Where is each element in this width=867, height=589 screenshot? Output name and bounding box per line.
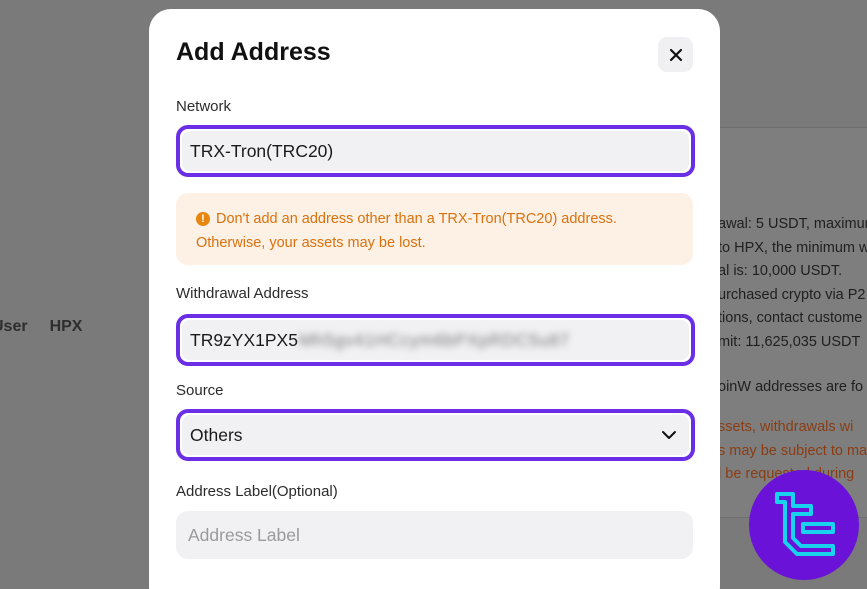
background-info-line: urchased crypto via P2 xyxy=(718,286,866,303)
background-warning-line: ssets, withdrawals wi xyxy=(718,419,854,435)
close-icon xyxy=(669,48,682,61)
notice-text-line1: Don't add an address other than a TRX-Tr… xyxy=(216,211,617,227)
notice-text-line2: Otherwise, your assets may be lost. xyxy=(196,235,426,251)
source-label: Source xyxy=(176,382,224,399)
background-info-note: oinW addresses are fo xyxy=(718,379,864,395)
source-selected-value: Others xyxy=(190,424,243,445)
background-info-line: awal: 5 USDT, maximum xyxy=(718,216,867,232)
background-info-line: to HPX, the minimum w xyxy=(718,239,867,256)
network-label: Network xyxy=(176,98,232,115)
warning-circle-icon: ! xyxy=(196,212,210,226)
background-tab-user: User xyxy=(0,318,28,335)
background-tabs: User HPX xyxy=(0,318,82,336)
address-label-optional-label: Address Label(Optional) xyxy=(176,483,338,500)
background-tab-hpx: HPX xyxy=(49,318,83,335)
chevron-down-icon xyxy=(662,431,676,439)
background-warning-line: s may be subject to ma xyxy=(718,442,867,459)
address-visible-part: TR9zYX1PX5 xyxy=(190,329,298,350)
close-button[interactable] xyxy=(658,37,693,72)
background-info-line: al is: 10,000 USDT. xyxy=(718,263,843,279)
background-info-line: mit: 11,625,035 USDT xyxy=(718,333,861,350)
address-label-input[interactable] xyxy=(176,511,693,559)
modal-title: Add Address xyxy=(176,38,331,66)
logo-icon xyxy=(749,470,859,580)
network-warning-notice: ! Don't add an address other than a TRX-… xyxy=(176,193,693,265)
withdrawal-address-field[interactable]: TR9zYX1PX5 Mh5gv41HCcym6bPXpRDC5u87 xyxy=(176,314,695,366)
source-select[interactable]: Others xyxy=(176,409,695,461)
network-field[interactable]: TRX-Tron(TRC20) xyxy=(176,125,695,177)
withdrawal-address-label: Withdrawal Address xyxy=(176,285,309,302)
address-obscured-part: Mh5gv41HCcym6bPXpRDC5u87 xyxy=(298,329,570,350)
background-withdrawal-info: awal: 5 USDT, maximum to HPX, the minimu… xyxy=(718,213,867,400)
network-value: TRX-Tron(TRC20) xyxy=(182,131,689,171)
add-address-modal: Add Address Network TRX-Tron(TRC20) ! Do… xyxy=(149,9,720,589)
background-info-line: tions, contact custome xyxy=(718,310,863,326)
withdrawal-address-input[interactable]: TR9zYX1PX5 Mh5gv41HCcym6bPXpRDC5u87 xyxy=(182,320,689,360)
